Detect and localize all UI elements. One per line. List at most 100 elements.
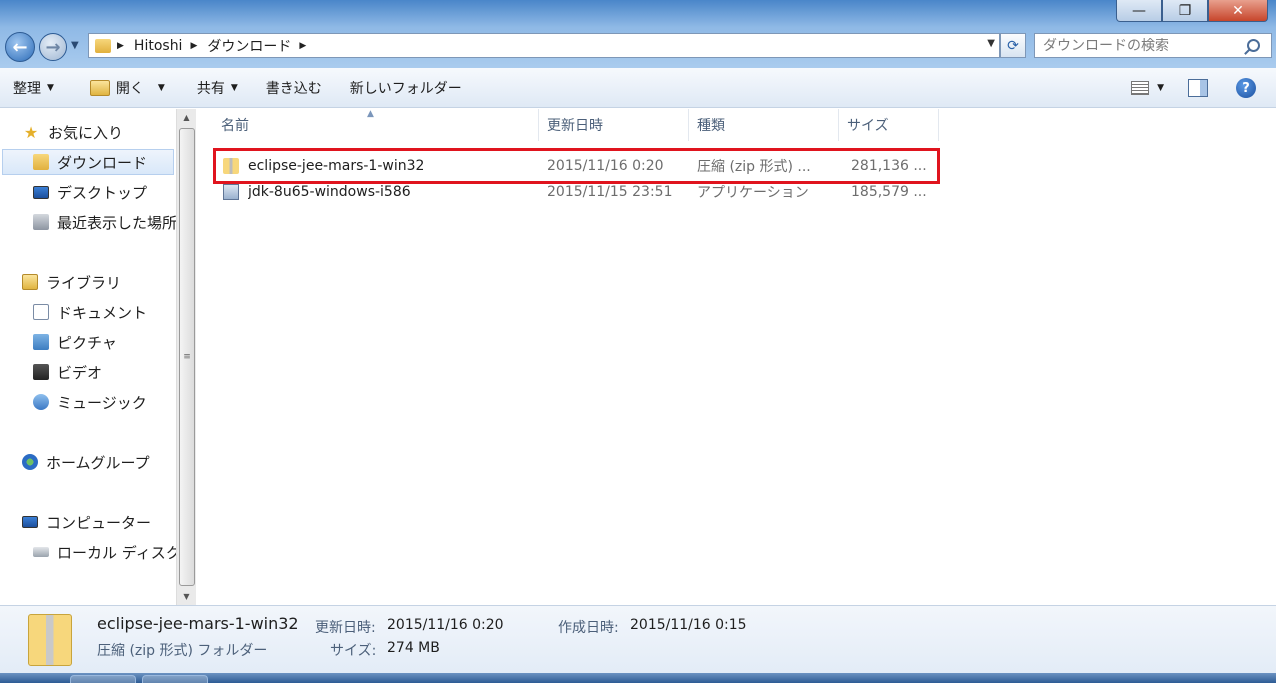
burn-label: 書き込む — [265, 80, 322, 97]
help-icon[interactable]: ? — [1236, 78, 1256, 98]
folder-open-icon — [89, 79, 110, 96]
zip-folder-icon — [28, 614, 72, 666]
new-folder-button[interactable]: 新しいフォルダー — [341, 74, 471, 102]
sidebar-item-label: ダウンロード — [57, 153, 148, 172]
desktop-icon — [33, 185, 49, 199]
sidebar-item-label: ライブラリ — [46, 273, 122, 292]
close-button[interactable]: ✕ — [1208, 0, 1268, 22]
sidebar-item-label: ミュージック — [57, 393, 147, 412]
sidebar-item-documents[interactable]: ドキュメント — [33, 299, 147, 325]
command-bar: 整理 ▼ 開く ▼ 共有 ▼ 書き込む 新しいフォルダー ▼ ? — [0, 68, 1276, 108]
chevron-right-icon[interactable]: ▶ — [299, 41, 306, 51]
file-date: 2015/11/15 23:51 — [547, 184, 673, 200]
chevron-down-icon: ▼ — [47, 82, 54, 93]
share-label: 共有 — [196, 80, 225, 97]
file-name: jdk-8u65-windows-i586 — [248, 184, 411, 200]
breadcrumb-hitoshi[interactable]: Hitoshi — [134, 38, 183, 54]
column-header-date[interactable]: 更新日時 — [539, 109, 689, 141]
chevron-right-icon[interactable]: ▶ — [117, 41, 124, 51]
library-icon — [22, 274, 38, 290]
details-created-value: 2015/11/16 0:15 — [630, 617, 747, 633]
sidebar-item-label: ドキュメント — [57, 303, 148, 322]
share-button[interactable]: 共有 ▼ — [188, 74, 247, 102]
details-file-name: eclipse-jee-mars-1-win32 — [97, 614, 299, 633]
taskbar-button[interactable] — [142, 675, 208, 683]
sidebar-item-music[interactable]: ミュージック — [33, 389, 147, 415]
forward-button[interactable]: → — [39, 33, 67, 61]
address-dropdown-icon[interactable]: ▼ — [987, 38, 995, 49]
maximize-button[interactable]: ❐ — [1162, 0, 1208, 22]
scroll-down-icon[interactable]: ▼ — [177, 588, 196, 605]
burn-button[interactable]: 書き込む — [257, 74, 331, 102]
chevron-right-icon[interactable]: ▶ — [190, 41, 197, 51]
sidebar-item-computer[interactable]: コンピューター — [22, 509, 151, 535]
details-file-type: 圧縮 (zip 形式) フォルダー — [97, 643, 268, 659]
sidebar-item-downloads[interactable]: ダウンロード — [2, 149, 174, 175]
navigation-pane: ★ お気に入り ダウンロード デスクトップ 最近表示した場所 ライブラリ ドキュ… — [0, 109, 176, 605]
breadcrumb-downloads[interactable]: ダウンロード — [207, 36, 291, 56]
chevron-down-icon: ▼ — [230, 82, 238, 93]
pictures-icon — [33, 334, 49, 350]
videos-icon — [33, 364, 49, 380]
new-folder-label: 新しいフォルダー — [349, 80, 462, 97]
sidebar-item-videos[interactable]: ビデオ — [33, 359, 102, 385]
organize-label: 整理 — [13, 80, 41, 97]
search-input[interactable] — [1035, 37, 1245, 54]
column-label: 種類 — [697, 118, 725, 134]
music-icon — [33, 394, 49, 410]
sidebar-item-homegroup[interactable]: ホームグループ — [22, 449, 150, 475]
sidebar-item-desktop[interactable]: デスクトップ — [33, 179, 147, 205]
scroll-up-icon[interactable]: ▲ — [177, 109, 196, 126]
documents-icon — [33, 304, 49, 320]
arrow-right-icon: → — [45, 36, 61, 58]
downloads-folder-icon — [33, 154, 49, 170]
address-bar[interactable]: ▶ Hitoshi ▶ ダウンロード ▶ ▼ — [88, 33, 1000, 58]
selection-highlight-box — [213, 148, 940, 184]
column-header-name[interactable]: 名前 — [213, 109, 539, 141]
details-created-label: 作成日時: — [558, 620, 619, 636]
sidebar-item-libraries[interactable]: ライブラリ — [22, 269, 121, 295]
sidebar-item-label: ホームグループ — [46, 453, 150, 472]
column-label: サイズ — [847, 118, 889, 134]
organize-button[interactable]: 整理 ▼ — [4, 74, 63, 102]
details-modified-value: 2015/11/16 0:20 — [387, 617, 504, 633]
sidebar-item-label: ピクチャ — [57, 333, 117, 352]
sidebar-item-pictures[interactable]: ピクチャ — [33, 329, 117, 355]
open-button[interactable]: 開く ▼ — [81, 74, 174, 102]
sidebar-scrollbar[interactable]: ▲ ≡ ▼ — [176, 109, 196, 605]
column-label: 更新日時 — [547, 118, 603, 134]
details-pane: eclipse-jee-mars-1-win32 更新日時: 2015/11/1… — [0, 605, 1276, 673]
column-header-type[interactable]: 種類 — [689, 109, 839, 141]
refresh-button[interactable]: ⟳ — [1000, 33, 1026, 58]
sidebar-item-label: デスクトップ — [57, 183, 148, 202]
view-options-icon[interactable] — [1131, 81, 1150, 95]
installer-icon — [223, 184, 239, 200]
file-size: 185,579 ... — [851, 184, 927, 200]
search-icon[interactable] — [1247, 39, 1260, 52]
details-size-label: サイズ: — [330, 643, 377, 659]
chevron-down-icon[interactable]: ▼ — [1157, 83, 1164, 93]
scrollbar-thumb[interactable]: ≡ — [179, 128, 195, 586]
column-header-size[interactable]: サイズ — [839, 109, 939, 141]
folder-icon — [95, 38, 111, 53]
column-label: 名前 — [221, 118, 249, 134]
sidebar-item-recent[interactable]: 最近表示した場所 — [33, 209, 176, 235]
computer-icon — [22, 516, 38, 528]
search-box[interactable] — [1034, 33, 1272, 58]
hard-disk-icon — [33, 547, 49, 557]
sidebar-item-label: ビデオ — [57, 363, 103, 382]
sidebar-item-local-disk[interactable]: ローカル ディスク — [33, 539, 176, 565]
sidebar-item-label: お気に入り — [48, 123, 124, 142]
minimize-button[interactable]: — — [1116, 0, 1162, 22]
chevron-down-icon: ▼ — [157, 82, 165, 93]
taskbar-button[interactable] — [70, 675, 136, 683]
taskbar — [0, 673, 1276, 683]
recent-pages-dropdown[interactable]: ▼ — [71, 40, 79, 51]
arrow-left-icon: ← — [12, 36, 28, 58]
sidebar-item-label: コンピューター — [46, 513, 152, 532]
sidebar-item-favorites[interactable]: ★ お気に入り — [22, 119, 123, 145]
star-icon: ★ — [23, 122, 39, 142]
back-button[interactable]: ← — [5, 32, 35, 62]
homegroup-icon — [22, 454, 38, 470]
preview-pane-icon[interactable] — [1188, 79, 1208, 97]
